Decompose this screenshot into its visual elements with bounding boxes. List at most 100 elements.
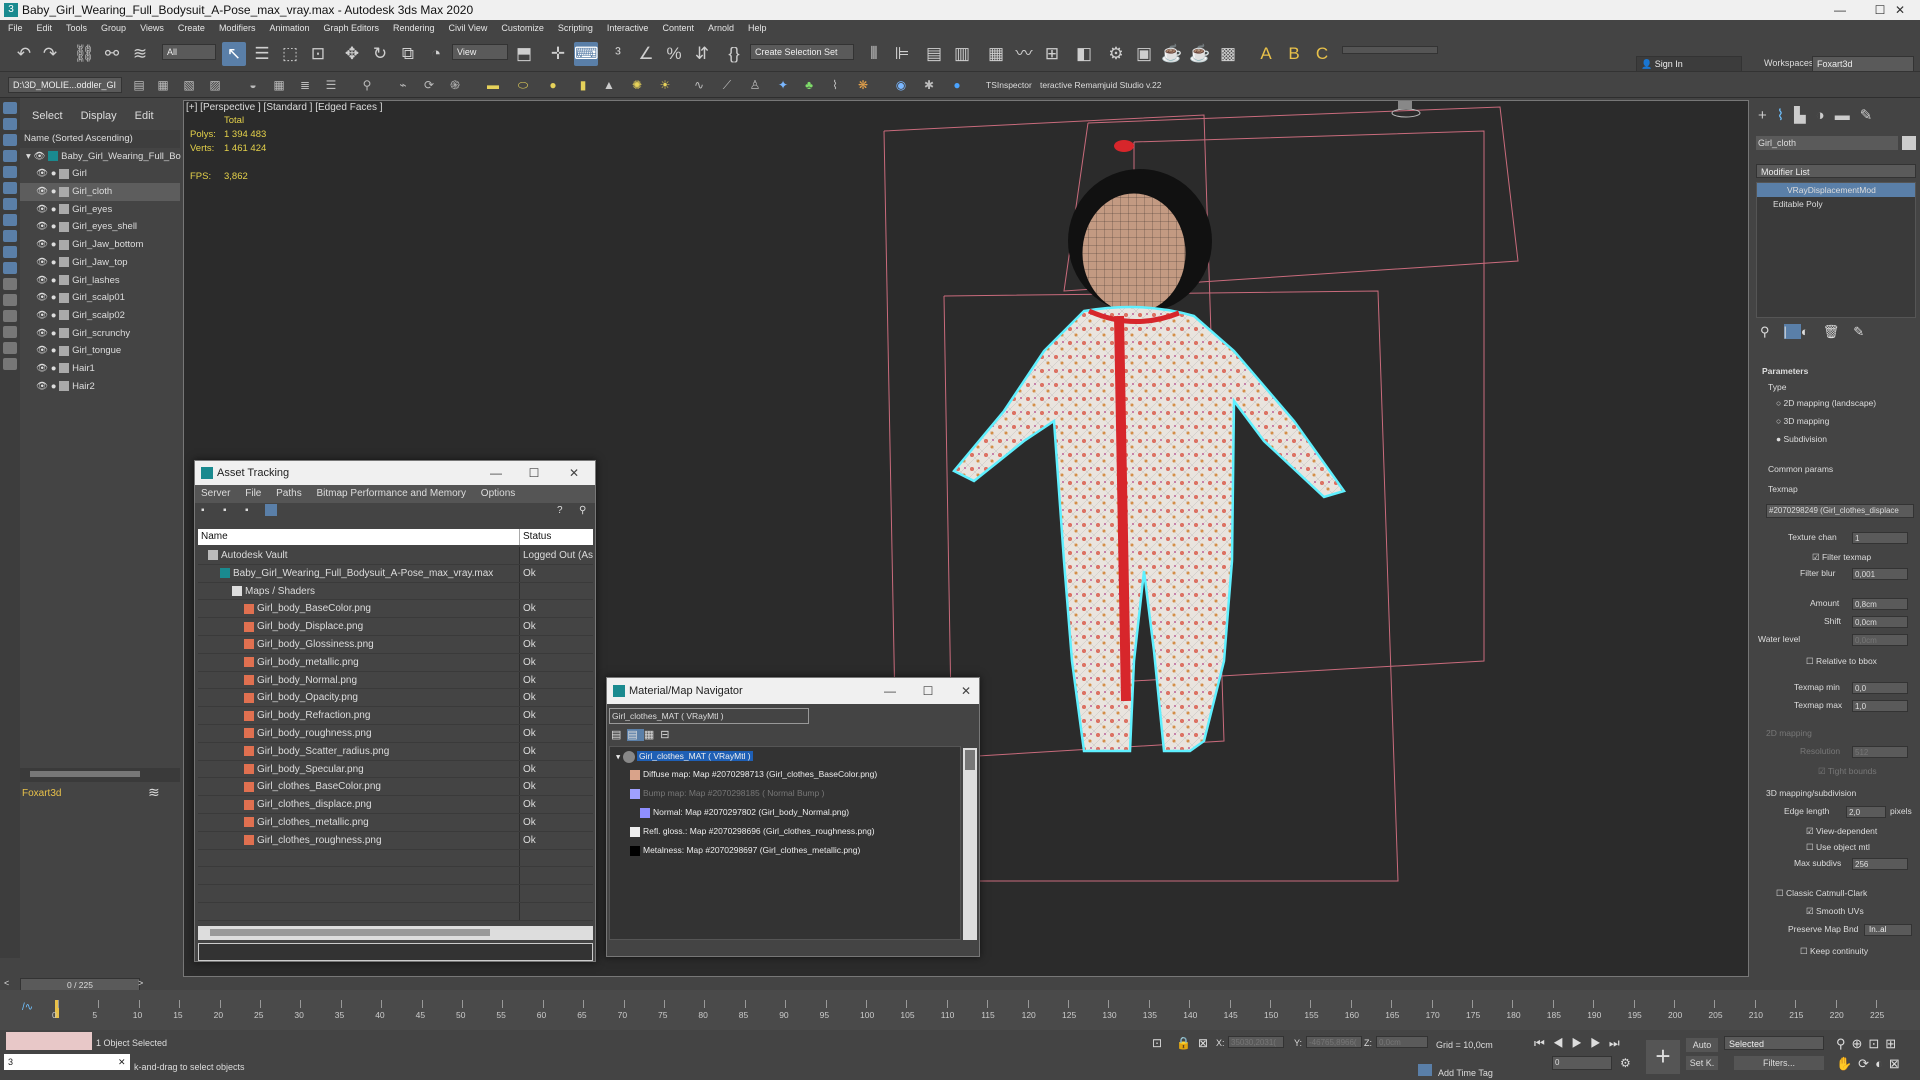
cone-icon[interactable]: ▲ [600,76,618,94]
freeze-dot-icon[interactable]: ● [51,204,57,215]
spinner-snap-icon[interactable]: ⇵ [690,42,714,66]
scene-item[interactable]: 👁 ● Girl_scalp02 [20,307,180,325]
scene-item[interactable]: 👁 ● Girl_eyes_shell [20,218,180,236]
freeze-dot-icon[interactable]: ● [51,328,57,339]
scene-item[interactable]: 👁 ● Girl_cloth [20,183,180,201]
close-button[interactable]: ✕ [559,461,589,485]
plane-icon[interactable]: ⬭ [514,76,532,94]
scene-list-header[interactable]: Name (Sorted Ascending) [20,130,180,148]
material-editor-icon[interactable]: ◧ [1072,42,1096,66]
eye-icon[interactable]: 👁 [36,186,48,197]
tab-display[interactable]: Display [81,110,117,122]
water-level-spinner[interactable]: 0,0cm [1852,634,1908,646]
menu-views[interactable]: Views [140,23,164,33]
cloth-icon[interactable]: ⌇ [826,76,844,94]
globe-icon[interactable]: ◉ [892,76,910,94]
view-dependent-checkbox[interactable]: ☑ View-dependent [1806,826,1877,837]
freeze-dot-icon[interactable]: ● [51,381,57,392]
freeze-dot-icon[interactable]: ● [51,257,57,268]
asset-row[interactable]: Girl_body_Specular.png Ok [198,760,593,779]
eye-icon[interactable]: 👁 [36,239,48,250]
menu-scripting[interactable]: Scripting [558,23,593,33]
view-detail-icon[interactable] [265,504,277,516]
matnav-vscrollbar[interactable] [963,748,977,940]
menu-create[interactable]: Create [178,23,205,33]
keyboard-shortcut-override-icon[interactable]: ⌨ [574,42,599,66]
set-key-button[interactable]: Set K. [1686,1056,1718,1070]
strip-filter-icon[interactable] [3,326,17,338]
menu-tools[interactable]: Tools [66,23,87,33]
edit-named-selection-icon[interactable]: {} [722,42,746,66]
eye-icon[interactable]: 👁 [36,363,48,374]
scene-item[interactable]: 👁 ● Girl_lashes [20,272,180,290]
freeze-dot-icon[interactable]: ● [51,186,57,197]
viewport-navigation-icons[interactable]: ⚲⊕⊡⊞ [1836,1036,1902,1052]
selection-filter-dropdown[interactable]: All [162,44,216,60]
redo-icon[interactable]: ↷ [38,42,62,66]
named-selection-set-dropdown[interactable]: Create Selection Set [750,44,854,60]
spiral-icon[interactable]: ֍ [446,76,464,94]
light-icon[interactable]: ✺ [628,76,646,94]
set-key-icon[interactable]: + [1646,1040,1680,1074]
angle-snap-icon[interactable]: ∠ [634,42,658,66]
keep-continuity-checkbox[interactable]: ☐ Keep continuity [1800,946,1868,957]
tree-icon[interactable]: ⚲ [358,76,376,94]
radio-3d-mapping[interactable]: ○ 3D mapping [1776,416,1829,426]
strip-bone-icon[interactable] [3,246,17,258]
column-status-header[interactable]: Status [519,529,551,545]
strip-funnel-icon[interactable] [3,342,17,354]
layer-add-icon[interactable]: ▧ [180,76,198,94]
asset-row[interactable]: Girl_clothes_BaseColor.png Ok [198,778,593,797]
render-sphere-icon[interactable]: ● [948,76,966,94]
absolute-mode-icon[interactable]: ⊠ [1198,1036,1208,1050]
view-list-icon[interactable]: ▪ [201,505,205,516]
asset-row[interactable]: Girl_clothes_roughness.png Ok [198,831,593,850]
stack-editable-poly[interactable]: Editable Poly [1757,197,1915,211]
object-name-field[interactable]: Girl_cloth [1756,136,1898,150]
select-move-icon[interactable]: ✥ [340,42,364,66]
key-filters-button[interactable]: Filters... [1734,1056,1824,1070]
window-crossing-icon[interactable]: ⊡ [306,42,330,66]
strip-helper-icon[interactable] [3,198,17,210]
prev-frame-icon[interactable]: < [4,978,9,988]
filter-blur-spinner[interactable]: 0,001 [1852,568,1908,580]
sphere-icon[interactable]: ● [544,76,562,94]
key-filter-dropdown[interactable]: Selected [1724,1036,1824,1050]
freeze-dot-icon[interactable]: ● [51,310,57,321]
sun-icon[interactable]: ☀ [656,76,674,94]
eye-icon[interactable]: 👁 [33,151,45,162]
project-folder-icon[interactable]: ▤ [130,76,148,94]
eye-icon[interactable]: 👁 [36,257,48,268]
pin-icon[interactable]: ⚲ [579,505,586,516]
asset-row[interactable]: Girl_body_Refraction.png Ok [198,707,593,725]
sign-in-dropdown[interactable]: 👤 Sign In [1636,56,1742,72]
strip-geometry-icon[interactable] [3,134,17,146]
strip-xref-icon[interactable] [3,262,17,274]
menu-edit[interactable]: Edit [37,23,53,33]
box-icon[interactable]: ▬ [484,76,502,94]
asset-menu-bitmap[interactable]: Bitmap Performance and Memory [317,488,467,499]
undo-icon[interactable]: ↶ [12,42,36,66]
mirror-icon[interactable]: ⫴ [862,42,886,66]
eye-icon[interactable]: 👁 [36,345,48,356]
matnav-diffuse-row[interactable]: Diffuse map: Map #2070298713 (Girl_cloth… [630,769,877,780]
asset-menu-paths[interactable]: Paths [276,488,302,499]
foliage-icon[interactable]: ♣ [800,76,818,94]
matnav-titlebar[interactable]: Material/Map Navigator — ☐ ✕ [607,678,979,704]
studio-label[interactable]: juid Studio v.22 [1104,80,1162,90]
freeze-dot-icon[interactable]: ● [51,168,57,179]
menu-help[interactable]: Help [748,23,767,33]
freeze-dot-icon[interactable]: ● [51,345,57,356]
scene-item[interactable]: 👁 ● Girl_tongue [20,342,180,360]
helper-icon[interactable]: ⌁ [394,76,412,94]
filter-texmap-checkbox[interactable]: ☑ Filter texmap [1812,552,1871,563]
strip-layer-icon[interactable] [3,310,17,322]
asset-row[interactable]: Girl_body_roughness.png Ok [198,725,593,743]
x-coordinate-field[interactable]: 35030,2031( [1228,1036,1284,1048]
grid-icon[interactable]: ▦ [270,76,288,94]
asset-row[interactable]: Girl_body_metallic.png Ok [198,653,593,672]
biped-icon[interactable]: ♙ [746,76,764,94]
arnold-b-icon[interactable]: B [1282,42,1306,66]
select-manipulate-icon[interactable]: ✛ [546,42,570,66]
matnav-root-row[interactable]: ▾ Girl_clothes_MAT ( VRayMtl ) [616,751,753,763]
